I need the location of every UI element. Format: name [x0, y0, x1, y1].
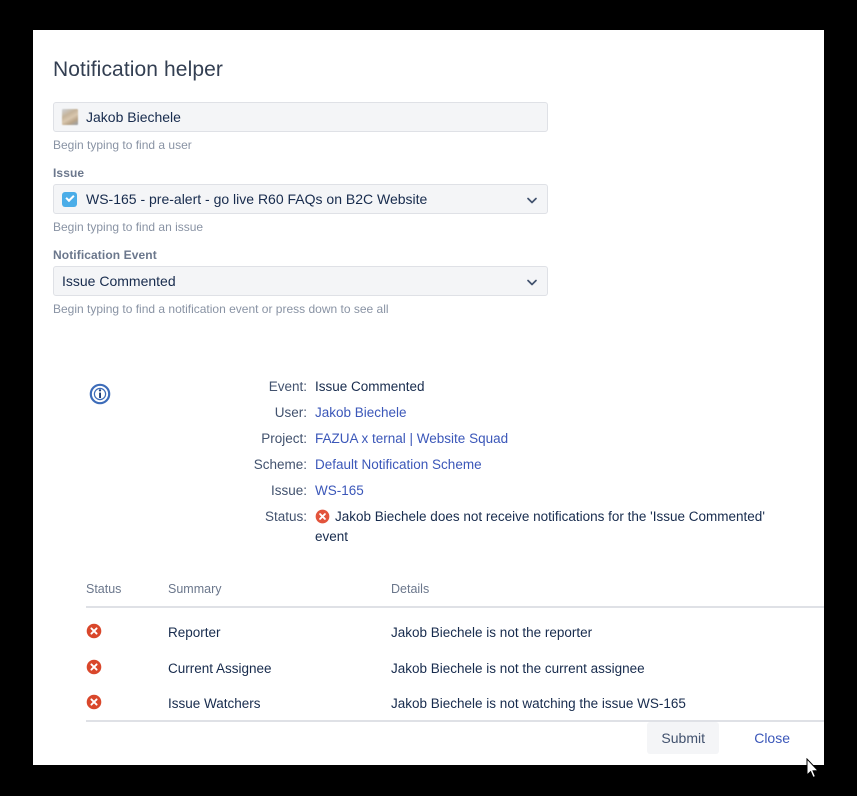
row-summary-cell: Current Assignee	[168, 660, 272, 676]
close-button[interactable]: Close	[754, 730, 790, 746]
info-key-status: Status:	[264, 509, 307, 524]
info-value-project-link[interactable]: FAZUA x ternal | Website Squad	[315, 430, 508, 447]
status-message-text: Jakob Biechele does not receive notifica…	[315, 509, 765, 544]
info-value-scheme-link[interactable]: Default Notification Scheme	[315, 456, 482, 473]
table-header-details: Details	[391, 582, 430, 596]
table-header-status: Status	[86, 582, 122, 596]
info-value-issue-link[interactable]: WS-165	[315, 482, 364, 499]
info-rows: Event: Issue Commented User: Jakob Biech…	[249, 378, 804, 554]
event-field-help: Begin typing to find a notification even…	[53, 302, 389, 316]
info-row: Issue: WS-165	[249, 482, 804, 499]
row-status-cell	[86, 694, 168, 713]
row-summary-cell: Reporter	[168, 624, 221, 640]
row-details-cell: Jakob Biechele is not the reporter	[391, 624, 593, 640]
error-circle-icon	[315, 509, 330, 528]
chevron-down-icon[interactable]	[526, 193, 538, 205]
row-details-cell: Jakob Biechele is not watching the issue…	[391, 695, 686, 711]
info-row: Project: FAZUA x ternal | Website Squad	[249, 430, 804, 447]
notification-event-field[interactable]: Issue Commented	[53, 266, 548, 296]
user-avatar-icon	[62, 109, 78, 125]
event-field-value: Issue Commented	[62, 273, 176, 289]
info-row: Scheme: Default Notification Scheme	[249, 456, 804, 473]
info-circle-icon	[89, 383, 111, 405]
user-field[interactable]: Jakob Biechele	[53, 102, 548, 132]
row-status-cell	[86, 623, 168, 642]
info-row-status: Status: Jakob Biechele does not receive …	[249, 508, 804, 545]
row-summary-cell: Issue Watchers	[168, 695, 261, 711]
form-area: Jakob Biechele Begin typing to find a us…	[53, 102, 804, 330]
user-field-help: Begin typing to find a user	[53, 138, 192, 152]
page-title: Notification helper	[53, 58, 223, 81]
notification-helper-dialog: Notification helper Jakob Biechele Begin…	[33, 30, 824, 765]
info-key-user: User:	[274, 405, 307, 420]
info-key-issue: Issue:	[270, 483, 307, 498]
user-field-value: Jakob Biechele	[86, 109, 181, 125]
issue-field[interactable]: WS-165 - pre-alert - go live R60 FAQs on…	[53, 184, 548, 214]
chevron-down-icon[interactable]	[526, 275, 538, 287]
table-row: Reporter Jakob Biechele is not the repor…	[86, 614, 824, 650]
status-message: Jakob Biechele does not receive notifica…	[315, 508, 793, 545]
info-key-scheme: Scheme:	[253, 457, 307, 472]
issue-field-value: WS-165 - pre-alert - go live R60 FAQs on…	[86, 191, 428, 207]
info-key-project: Project:	[261, 431, 307, 446]
info-value-event: Issue Commented	[315, 379, 425, 394]
error-circle-icon	[86, 694, 102, 713]
error-circle-icon	[86, 623, 102, 642]
table-row: Current Assignee Jakob Biechele is not t…	[86, 650, 824, 686]
submit-button[interactable]: Submit	[647, 722, 719, 754]
task-checkbox-icon	[62, 191, 77, 207]
info-value-user-link[interactable]: Jakob Biechele	[315, 404, 407, 421]
table-row: Issue Watchers Jakob Biechele is not wat…	[86, 686, 824, 722]
results-table: Status Summary Details Reporter Jakob Bi…	[86, 582, 824, 722]
row-details-cell: Jakob Biechele is not the current assign…	[391, 660, 645, 676]
event-field-label: Notification Event	[53, 248, 157, 262]
issue-field-help: Begin typing to find an issue	[53, 220, 204, 234]
error-circle-icon	[86, 659, 102, 678]
info-row: User: Jakob Biechele	[249, 404, 804, 421]
table-header-summary: Summary	[168, 582, 222, 596]
row-status-cell	[86, 659, 168, 678]
info-row: Event: Issue Commented	[249, 378, 804, 395]
issue-field-label: Issue	[53, 166, 85, 180]
table-header-row: Status Summary Details	[86, 582, 824, 608]
info-key-event: Event:	[268, 379, 307, 394]
